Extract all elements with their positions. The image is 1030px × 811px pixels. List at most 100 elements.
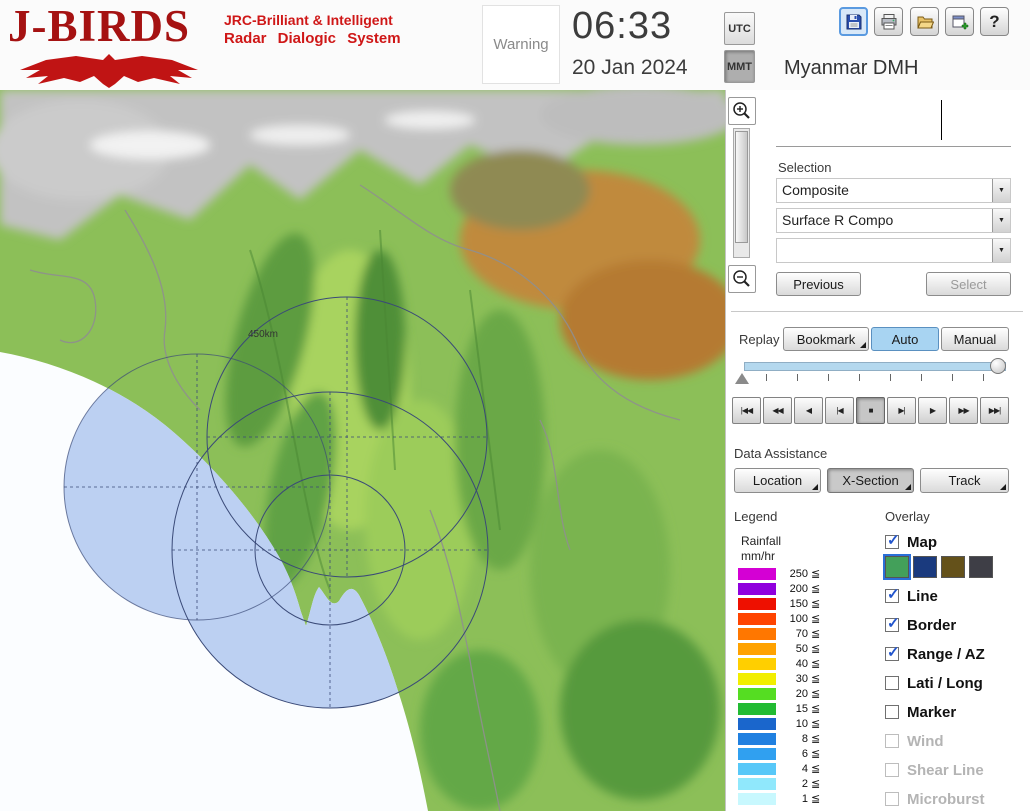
legend-row: 4 ≦ xyxy=(738,761,820,776)
track-button[interactable]: Track xyxy=(920,468,1009,493)
dropdown-value: Surface R Compo xyxy=(782,212,894,228)
map-style-dark-button[interactable] xyxy=(969,556,993,578)
radar-map: 450km xyxy=(0,85,740,811)
legend-lte-symbol: ≦ xyxy=(811,748,821,760)
legend-row: 30 ≦ xyxy=(738,671,820,686)
product-dropdown[interactable]: Surface R Compo ▼ xyxy=(776,208,1011,233)
replay-section-label: Replay xyxy=(739,332,780,347)
legend-color-swatch xyxy=(738,717,776,730)
legend-row: 100 ≦ xyxy=(738,611,820,626)
utc-toggle-button[interactable]: UTC xyxy=(724,12,755,45)
help-button[interactable]: ? xyxy=(980,7,1009,36)
checkbox[interactable]: ✓ xyxy=(885,644,900,661)
legend-color-swatch xyxy=(738,762,776,775)
legend-row: 70 ≦ xyxy=(738,626,820,641)
overlay-item-range-az[interactable]: ✓ Range / AZ xyxy=(885,643,985,665)
legend-color-swatch xyxy=(738,672,776,685)
save-button[interactable] xyxy=(839,7,868,36)
chevron-down-icon[interactable]: ▼ xyxy=(992,239,1010,262)
legend-lte-symbol: ≦ xyxy=(811,568,821,580)
select-button[interactable]: Select xyxy=(926,272,1011,296)
warning-button[interactable]: Warning xyxy=(482,5,560,84)
open-folder-button[interactable] xyxy=(910,7,939,36)
radar-map-viewport[interactable]: 450km xyxy=(0,85,740,811)
legend-lte-symbol: ≦ xyxy=(811,643,821,655)
legend-value: 10 xyxy=(795,717,808,730)
slider-tick xyxy=(828,374,829,381)
checkbox[interactable]: ✓ xyxy=(885,705,899,719)
legend-row: 20 ≦ xyxy=(738,686,820,701)
legend-lte-symbol: ≦ xyxy=(811,703,821,715)
map-style-olive-button[interactable] xyxy=(941,556,965,578)
overlay-label: Border xyxy=(907,616,957,634)
floppy-disk-icon xyxy=(846,14,861,29)
checkbox[interactable]: ✓ xyxy=(885,586,900,603)
legend-row: 50 ≦ xyxy=(738,641,820,656)
overlay-item-map[interactable]: ✓ Map xyxy=(885,531,937,553)
transport-stop-button[interactable]: ■ xyxy=(856,397,885,424)
slider-tick xyxy=(952,374,953,381)
transport-skip-start-button[interactable]: |◀◀ xyxy=(732,397,761,424)
transport-play-reverse-button[interactable]: ◀ xyxy=(794,397,823,424)
checkbox[interactable]: ✓ xyxy=(885,676,899,690)
legend-value: 2 xyxy=(801,777,808,790)
slider-tick xyxy=(921,374,922,381)
check-icon: ✓ xyxy=(887,615,900,632)
zoom-slider-thumb[interactable] xyxy=(735,131,748,243)
legend-unit-label: Rainfall xyxy=(741,534,782,548)
slider-tick xyxy=(797,374,798,381)
selection-section-label: Selection xyxy=(778,160,832,175)
legend-lte-symbol: ≦ xyxy=(811,673,821,685)
map-style-navy-button[interactable] xyxy=(913,556,937,578)
transport-rewind-button[interactable]: ◀◀ xyxy=(763,397,792,424)
legend-color-swatch xyxy=(738,597,776,610)
zoom-slider-track[interactable] xyxy=(733,128,750,258)
legend-lte-symbol: ≦ xyxy=(811,628,821,640)
overlay-item-microburst: ✓ Microburst xyxy=(885,788,985,810)
zoom-out-button[interactable] xyxy=(728,265,756,293)
overlay-item-border[interactable]: ✓ Border xyxy=(885,614,956,636)
legend-value: 30 xyxy=(795,672,808,685)
transport-step-forward-button[interactable]: ▶| xyxy=(887,397,916,424)
auto-replay-button[interactable]: Auto xyxy=(871,327,939,351)
export-button[interactable] xyxy=(945,7,974,36)
composite-dropdown[interactable]: Composite ▼ xyxy=(776,178,1011,203)
map-style-terrain-button[interactable] xyxy=(883,554,911,580)
legend-color-swatch xyxy=(738,702,776,715)
transport-fast-forward-button[interactable]: ▶▶ xyxy=(949,397,978,424)
time-slider-handle[interactable] xyxy=(990,358,1006,374)
checkbox[interactable]: ✓ xyxy=(885,532,900,549)
overlay-section-label: Overlay xyxy=(885,509,930,524)
transport-skip-end-button[interactable]: ▶▶| xyxy=(980,397,1009,424)
legend-section-label: Legend xyxy=(734,509,778,524)
zoom-in-button[interactable] xyxy=(728,97,756,125)
sub-product-dropdown[interactable]: ▼ xyxy=(776,238,1011,263)
header-bar: J-BIRDS JRC-Brilliant & Intelligent Rada… xyxy=(0,0,1030,90)
legend-lte-symbol: ≦ xyxy=(811,793,821,805)
legend-color-swatch xyxy=(738,642,776,655)
chevron-down-icon[interactable]: ▼ xyxy=(992,209,1010,232)
checkbox[interactable]: ✓ xyxy=(885,615,900,632)
manual-replay-button[interactable]: Manual xyxy=(941,327,1009,351)
slider-tick xyxy=(766,374,767,381)
previous-button[interactable]: Previous xyxy=(776,272,861,296)
print-button[interactable] xyxy=(874,7,903,36)
overlay-item-marker[interactable]: ✓ Marker xyxy=(885,701,956,723)
overlay-item-lati-long[interactable]: ✓ Lati / Long xyxy=(885,672,983,694)
time-slider-track[interactable] xyxy=(744,362,1006,371)
product-list-box[interactable] xyxy=(776,95,1011,147)
legend-value: 150 xyxy=(789,597,808,610)
logo-subtitle-line1: JRC-Brilliant & Intelligent xyxy=(224,12,393,28)
overlay-label: Shear Line xyxy=(907,761,984,779)
mmt-toggle-button[interactable]: MMT xyxy=(724,50,755,83)
overlay-label: Lati / Long xyxy=(907,674,983,692)
overlay-label: Map xyxy=(907,533,937,551)
transport-play-button[interactable]: ▶ xyxy=(918,397,947,424)
transport-step-back-button[interactable]: |◀ xyxy=(825,397,854,424)
legend-unit-label: mm/hr xyxy=(741,549,775,563)
x-section-button[interactable]: X-Section xyxy=(827,468,914,493)
overlay-item-line[interactable]: ✓ Line xyxy=(885,585,938,607)
location-button[interactable]: Location xyxy=(734,468,821,493)
chevron-down-icon[interactable]: ▼ xyxy=(992,179,1010,202)
bookmark-button[interactable]: Bookmark xyxy=(783,327,869,351)
